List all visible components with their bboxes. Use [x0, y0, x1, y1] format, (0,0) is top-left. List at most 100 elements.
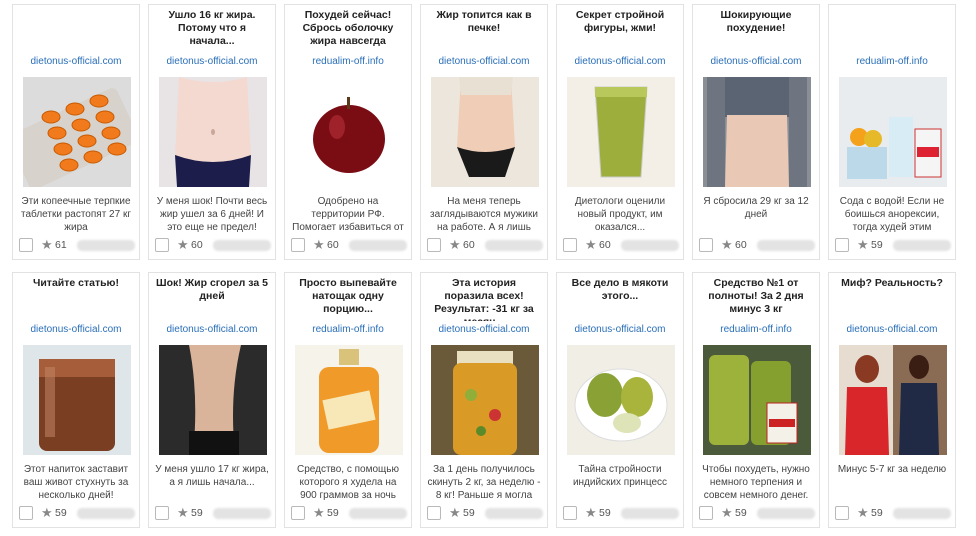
ad-title[interactable]: Шок! Жир сгорел за 5 дней	[155, 277, 269, 321]
ad-domain-link[interactable]: dietonus-official.com	[149, 324, 275, 336]
select-checkbox[interactable]	[835, 506, 849, 520]
jar-of-pickled-mix-image[interactable]	[431, 345, 539, 455]
select-checkbox[interactable]	[291, 506, 305, 520]
slim-body-black-underwear-image[interactable]	[431, 77, 539, 187]
green-jars-and-soda-image[interactable]	[703, 345, 811, 455]
blurred-info	[77, 508, 135, 519]
blurred-info	[621, 240, 679, 251]
red-apple-image[interactable]	[295, 77, 403, 187]
slim-waist-dark-image[interactable]	[159, 345, 267, 455]
ad-description[interactable]: У меня шок! Почти весь жир ушел за 6 дне…	[155, 195, 269, 233]
ad-card[interactable]: Все дело в мякоти этого... dietonus-offi…	[556, 272, 684, 528]
ad-card[interactable]: Миф? Реальность? dietonus-official.com М…	[828, 272, 956, 528]
ad-domain-link[interactable]: dietonus-official.com	[149, 56, 275, 68]
ad-description[interactable]: На меня теперь заглядываются мужики на р…	[427, 195, 541, 233]
select-checkbox[interactable]	[19, 506, 33, 520]
ad-description[interactable]: За 1 день получилось скинуть 2 кг, за не…	[427, 463, 541, 501]
star-icon: ★	[41, 505, 53, 520]
ad-title[interactable]: Жир топится как в печке!	[427, 9, 541, 53]
ad-title[interactable]: Миф? Реальность?	[835, 277, 949, 321]
ad-card[interactable]: Просто выпевайте натощак одну порцию... …	[284, 272, 412, 528]
ad-domain-link[interactable]: dietonus-official.com	[693, 56, 819, 68]
ad-footer: ★ 60	[693, 233, 819, 259]
select-checkbox[interactable]	[427, 238, 441, 252]
ad-title[interactable]: Средство №1 от полноты! За 2 дня минус 3…	[699, 277, 813, 321]
ad-title[interactable]: Шокирующие похудение!	[699, 9, 813, 53]
slim-belly-blue-underwear-illustration	[159, 77, 267, 187]
ad-domain-link[interactable]: dietonus-official.com	[13, 56, 139, 68]
ad-description[interactable]: Диетологи оценили новый продукт, им оказ…	[563, 195, 677, 233]
soda-box-and-jars-image[interactable]	[839, 77, 947, 187]
ad-card[interactable]: Шок! Жир сгорел за 5 дней dietonus-offic…	[148, 272, 276, 528]
ad-footer: ★ 59	[285, 501, 411, 527]
ad-card[interactable]: Эта история поразила всех! Результат: -3…	[420, 272, 548, 528]
blurred-info	[893, 240, 951, 251]
ad-domain-link[interactable]: dietonus-official.com	[13, 324, 139, 336]
rating-count: 61	[55, 239, 67, 251]
select-checkbox[interactable]	[563, 506, 577, 520]
jar-of-seeds-illustration	[23, 345, 131, 455]
slim-belly-blue-underwear-image[interactable]	[159, 77, 267, 187]
ad-domain-link[interactable]: dietonus-official.com	[421, 324, 547, 336]
ad-domain-link[interactable]: redualim-off.info	[693, 324, 819, 336]
ad-title[interactable]: Похудей сейчас! Сбрось оболочку жира нав…	[291, 9, 405, 53]
ad-description[interactable]: Этот напиток заставит ваш живот стухнуть…	[19, 463, 133, 501]
ad-domain-link[interactable]: redualim-off.info	[285, 56, 411, 68]
ad-title[interactable]	[835, 9, 949, 53]
ad-card[interactable]: Секрет стройной фигуры, жми! dietonus-of…	[556, 4, 684, 260]
ad-domain-link[interactable]: dietonus-official.com	[421, 56, 547, 68]
ad-description[interactable]: У меня ушло 17 кг жира, а я лишь начала.…	[155, 463, 269, 501]
select-checkbox[interactable]	[835, 238, 849, 252]
select-checkbox[interactable]	[699, 238, 713, 252]
ad-footer: ★ 59	[829, 233, 955, 259]
select-checkbox[interactable]	[563, 238, 577, 252]
ad-title[interactable]: Ушло 16 кг жира. Потому что я начала...	[155, 9, 269, 53]
ad-title[interactable]: Секрет стройной фигуры, жми!	[563, 9, 677, 53]
ad-title[interactable]: Эта история поразила всех! Результат: -3…	[427, 277, 541, 321]
ad-domain-link[interactable]: dietonus-official.com	[557, 324, 683, 336]
star-icon: ★	[721, 505, 733, 520]
ad-card[interactable]: Читайте статью! dietonus-official.com Эт…	[12, 272, 140, 528]
ad-title[interactable]	[19, 9, 133, 53]
ad-description[interactable]: Я сбросила 29 кг за 12 дней	[699, 195, 813, 233]
ad-domain-link[interactable]: redualim-off.info	[285, 324, 411, 336]
ad-card[interactable]: Похудей сейчас! Сбрось оболочку жира нав…	[284, 4, 412, 260]
ad-title[interactable]: Читайте статью!	[19, 277, 133, 321]
ad-description[interactable]: Минус 5-7 кг за неделю	[835, 463, 949, 501]
ad-description[interactable]: Эти копеечные терпкие таблетки растопят …	[19, 195, 133, 233]
rating-count: 59	[55, 507, 67, 519]
ad-title[interactable]: Все дело в мякоти этого...	[563, 277, 677, 321]
ad-description[interactable]: Сода с водой! Если не боишься анорексии,…	[835, 195, 949, 233]
rating-count: 59	[871, 239, 883, 251]
select-checkbox[interactable]	[155, 506, 169, 520]
ad-card[interactable]: Ушло 16 кг жира. Потому что я начала... …	[148, 4, 276, 260]
select-checkbox[interactable]	[699, 506, 713, 520]
blurred-info	[621, 508, 679, 519]
ad-card[interactable]: Средство №1 от полноты! За 2 дня минус 3…	[692, 272, 820, 528]
orange-pills-blister-image[interactable]	[23, 77, 131, 187]
rating-count: 59	[599, 507, 611, 519]
spiky-melon-fruit-image[interactable]	[567, 345, 675, 455]
select-checkbox[interactable]	[19, 238, 33, 252]
ad-description[interactable]: Тайна стройности индийских принцесс	[563, 463, 677, 501]
ad-card[interactable]: redualim-off.info Сода с водой! Если не …	[828, 4, 956, 260]
ad-description[interactable]: Средство, с помощью которого я худела на…	[291, 463, 405, 501]
ad-title[interactable]: Просто выпевайте натощак одну порцию...	[291, 277, 405, 321]
select-checkbox[interactable]	[155, 238, 169, 252]
woman-before-after-image[interactable]	[839, 345, 947, 455]
ad-card[interactable]: Шокирующие похудение! dietonus-official.…	[692, 4, 820, 260]
oil-bottle-image[interactable]	[295, 345, 403, 455]
ad-domain-link[interactable]: redualim-off.info	[829, 56, 955, 68]
ad-card[interactable]: dietonus-official.com Эти копеечные терп…	[12, 4, 140, 260]
woman-lifting-shirt-image[interactable]	[703, 77, 811, 187]
ad-domain-link[interactable]: dietonus-official.com	[829, 324, 955, 336]
select-checkbox[interactable]	[427, 506, 441, 520]
jar-of-seeds-image[interactable]	[23, 345, 131, 455]
select-checkbox[interactable]	[291, 238, 305, 252]
green-smoothie-glass-image[interactable]	[567, 77, 675, 187]
ad-card[interactable]: Жир топится как в печке! dietonus-offici…	[420, 4, 548, 260]
ad-domain-link[interactable]: dietonus-official.com	[557, 56, 683, 68]
ad-description[interactable]: Чтобы похудеть, нужно немного терпения и…	[699, 463, 813, 501]
star-icon: ★	[177, 505, 189, 520]
ad-description[interactable]: Одобрено на территории РФ. Помогает изба…	[291, 195, 405, 233]
